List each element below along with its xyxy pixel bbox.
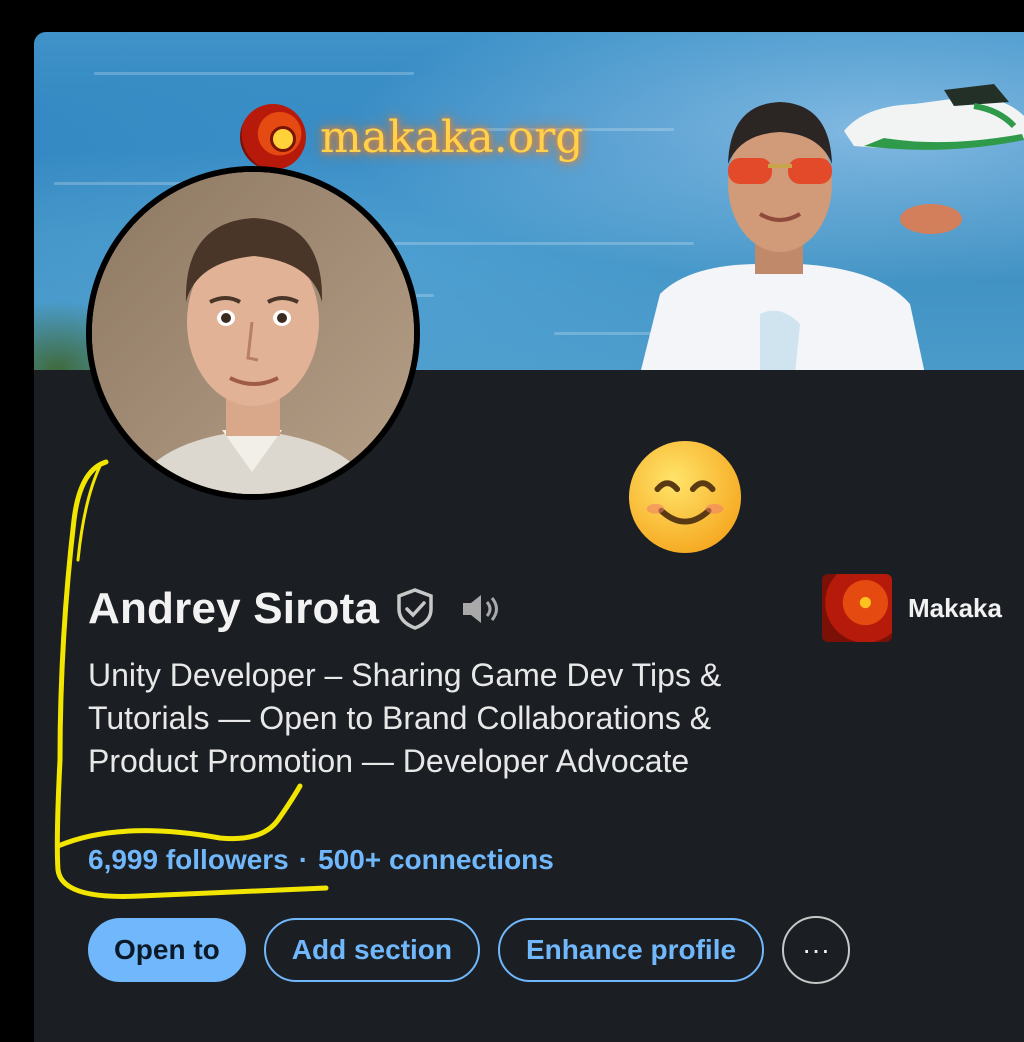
- profile-stats: 6,999 followers · 500+ connections: [88, 844, 554, 876]
- smiling-face-icon: [628, 440, 742, 554]
- current-company[interactable]: Makaka: [822, 574, 1002, 642]
- makaka-logo-icon: [822, 574, 892, 642]
- shield-check-icon[interactable]: [395, 587, 435, 631]
- makaka-logo-icon: [240, 104, 306, 170]
- profile-name-row: Andrey Sirota: [88, 584, 505, 634]
- avatar-photo: [92, 172, 414, 494]
- profile-headline: Unity Developer – Sharing Game Dev Tips …: [88, 657, 722, 779]
- company-name: Makaka: [908, 592, 1002, 623]
- banner-logo: makaka.org: [240, 104, 583, 170]
- profile-avatar[interactable]: [86, 166, 420, 500]
- more-options-button[interactable]: ···: [782, 916, 851, 984]
- speaker-icon[interactable]: [459, 589, 505, 629]
- open-to-button[interactable]: Open to: [88, 918, 246, 982]
- followers-link[interactable]: 6,999 followers: [88, 844, 289, 875]
- banner-person-photo: [641, 102, 925, 370]
- profile-actions: Open to Add section Enhance profile ···: [88, 916, 851, 984]
- connections-link[interactable]: 500+ connections: [318, 844, 554, 875]
- enhance-profile-button[interactable]: Enhance profile: [498, 918, 765, 982]
- add-section-button[interactable]: Add section: [263, 918, 480, 982]
- profile-name: Andrey Sirota: [88, 584, 380, 633]
- banner-logo-text: makaka.org: [320, 111, 584, 163]
- stats-separator: ·: [298, 844, 309, 875]
